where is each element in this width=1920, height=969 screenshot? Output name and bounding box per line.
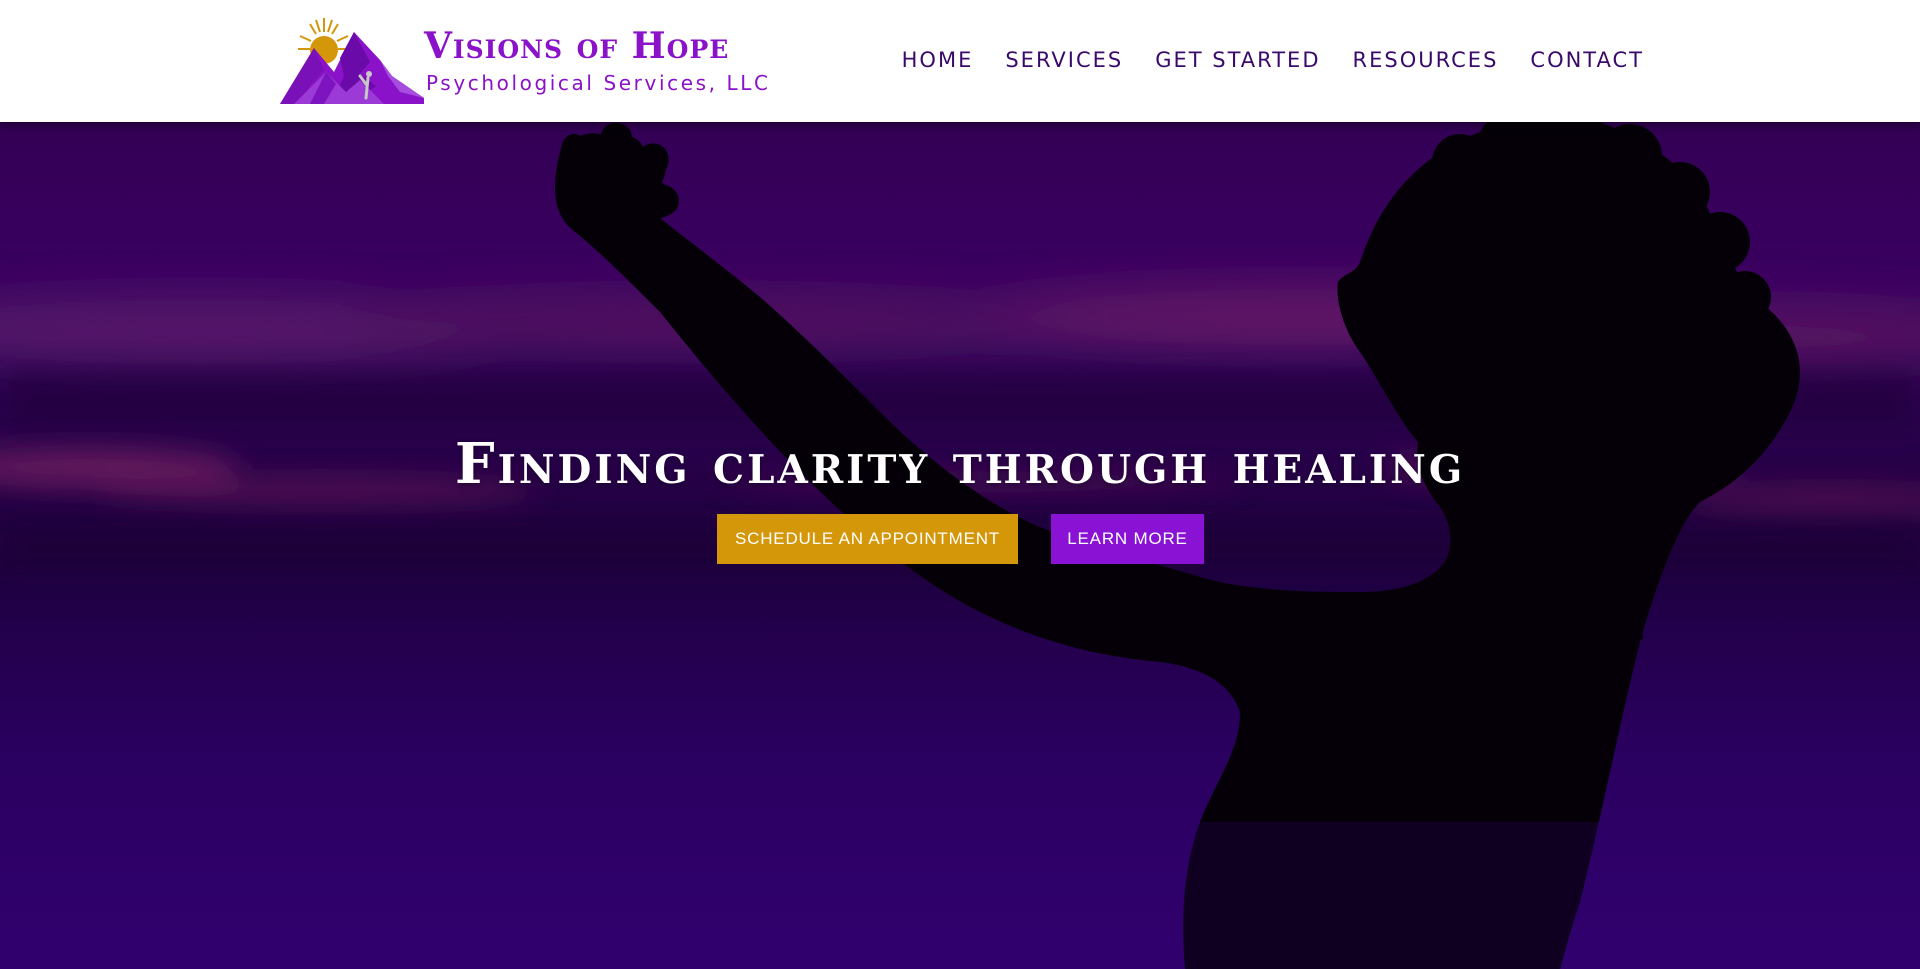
nav-home[interactable]: HOME (902, 46, 974, 74)
learn-more-button[interactable]: LEARN MORE (1051, 514, 1204, 564)
nav-resources[interactable]: RESOURCES (1353, 46, 1499, 74)
nav-get-started[interactable]: GET STARTED (1155, 46, 1320, 74)
brand-name[interactable]: Visions of Hope (424, 24, 729, 68)
schedule-appointment-button[interactable]: SCHEDULE AN APPOINTMENT (717, 514, 1018, 564)
logo-link[interactable] (280, 14, 424, 108)
nav-services[interactable]: SERVICES (1005, 46, 1123, 74)
main-nav: HOME SERVICES GET STARTED RESOURCES CONT… (902, 46, 1644, 74)
brand-tagline: Psychological Services, LLC (426, 71, 771, 95)
cta-row: SCHEDULE AN APPOINTMENT LEARN MORE (717, 514, 1204, 564)
hero-section: Finding clarity through healing SCHEDULE… (0, 122, 1920, 969)
nav-contact[interactable]: CONTACT (1530, 46, 1644, 74)
hero-title: Finding clarity through healing (454, 430, 1466, 497)
mountain-sun-logo-icon (280, 18, 424, 104)
site-header: Visions of Hope Psychological Services, … (0, 0, 1920, 122)
